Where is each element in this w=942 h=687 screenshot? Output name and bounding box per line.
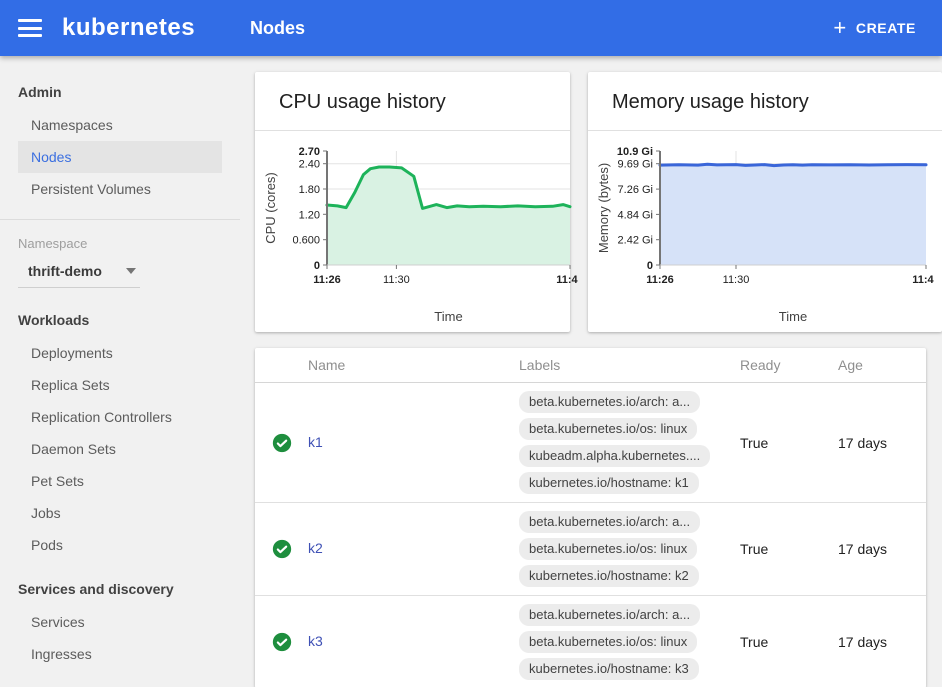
labels-cell: beta.kubernetes.io/arch: a... beta.kuber… (519, 383, 740, 502)
label-chip: beta.kubernetes.io/os: linux (519, 631, 697, 653)
status-cell (272, 433, 308, 453)
memory-chart: 0 2.42 Gi 4.84 Gi 7.26 Gi 9.69 Gi10.9 Gi 11:2… (588, 131, 942, 334)
table-row-k3: k3 beta.kubernetes.io/arch: a... beta.ku… (255, 596, 926, 687)
age-value: 17 days (838, 435, 926, 451)
svg-text:Memory (bytes): Memory (bytes) (596, 163, 611, 253)
namespace-label: Namespace (18, 236, 222, 251)
ready-value: True (740, 435, 838, 451)
memory-card-title: Memory usage history (588, 72, 942, 131)
status-ok-icon (272, 539, 292, 559)
header-left: kubernetes (0, 14, 240, 42)
label-chip: beta.kubernetes.io/arch: a... (519, 604, 700, 626)
svg-text:0.600: 0.600 (292, 235, 320, 247)
sidebar-item-replica-sets[interactable]: Replica Sets (18, 369, 222, 401)
svg-text:11:30: 11:30 (383, 274, 410, 286)
labels-cell: beta.kubernetes.io/arch: a... beta.kuber… (519, 503, 740, 595)
table-row-k1: k1 beta.kubernetes.io/arch: a... beta.ku… (255, 383, 926, 503)
svg-text:9.69 Gi: 9.69 Gi (618, 159, 653, 171)
node-link-k1[interactable]: k1 (308, 434, 323, 450)
create-button-label: CREATE (856, 20, 916, 36)
svg-text:1.80: 1.80 (299, 184, 320, 196)
label-chip: beta.kubernetes.io/os: linux (519, 538, 697, 560)
chevron-down-icon (126, 268, 136, 274)
table-header-row: Name Labels Ready Age (255, 348, 926, 383)
cpu-usage-card: CPU usage history 0 0.600 1.20 1.80 2.402.70… (255, 72, 570, 332)
page-title: Nodes (250, 18, 305, 39)
status-ok-icon (272, 433, 292, 453)
svg-text:11:30: 11:30 (723, 274, 750, 286)
chart-svg: 0 2.42 Gi 4.84 Gi 7.26 Gi 9.69 Gi10.9 Gi 11:2… (596, 137, 934, 329)
svg-text:CPU (cores): CPU (cores) (263, 172, 278, 244)
svg-text:0: 0 (314, 260, 320, 272)
sidebar-item-pet-sets[interactable]: Pet Sets (18, 465, 222, 497)
svg-text:2.40: 2.40 (299, 159, 320, 171)
main-content: CPU usage history 0 0.600 1.20 1.80 2.402.70… (240, 56, 942, 687)
sidebar-item-pods[interactable]: Pods (18, 529, 222, 561)
namespace-block: Namespace thrift-demo (0, 220, 240, 292)
svg-text:10.9 Gi: 10.9 Gi (617, 146, 653, 158)
create-button[interactable]: + CREATE (807, 0, 942, 56)
charts-row: CPU usage history 0 0.600 1.20 1.80 2.402.70… (255, 72, 926, 332)
sidebar-item-daemon-sets[interactable]: Daemon Sets (18, 433, 222, 465)
sidebar-heading-admin: Admin (0, 64, 240, 109)
menu-icon[interactable] (18, 19, 42, 37)
node-link-k3[interactable]: k3 (308, 633, 323, 649)
label-chip: beta.kubernetes.io/arch: a... (519, 391, 700, 413)
svg-text:11:26: 11:26 (313, 274, 341, 286)
sidebar-item-replication-controllers[interactable]: Replication Controllers (18, 401, 222, 433)
namespace-selected-value: thrift-demo (28, 263, 102, 279)
sidebar-item-ingresses[interactable]: Ingresses (18, 638, 222, 670)
column-header-labels: Labels (519, 357, 740, 373)
cpu-card-title: CPU usage history (255, 72, 570, 131)
app-header: kubernetes Nodes + CREATE (0, 0, 942, 56)
memory-usage-card: Memory usage history 0 2.42 Gi 4.84 Gi 7.26… (588, 72, 942, 332)
sidebar-item-namespaces[interactable]: Namespaces (18, 109, 222, 141)
ready-value: True (740, 541, 838, 557)
age-value: 17 days (838, 541, 926, 557)
svg-text:Time: Time (779, 309, 807, 324)
nodes-table-card: Name Labels Ready Age k1 beta.kubernetes… (255, 348, 926, 687)
sidebar-item-services[interactable]: Services (18, 606, 222, 638)
svg-text:0: 0 (647, 260, 653, 272)
sidebar: Admin Namespaces Nodes Persistent Volume… (0, 56, 240, 687)
svg-text:2.42 Gi: 2.42 Gi (618, 235, 653, 247)
column-header-ready: Ready (740, 357, 838, 373)
labels-cell: beta.kubernetes.io/arch: a... beta.kuber… (519, 596, 740, 687)
column-header-age: Age (838, 357, 926, 373)
plus-icon: + (833, 17, 846, 39)
sidebar-item-nodes[interactable]: Nodes (18, 141, 222, 173)
svg-text:11:40: 11:40 (912, 274, 934, 286)
svg-text:1.20: 1.20 (299, 209, 320, 221)
sidebar-item-jobs[interactable]: Jobs (18, 497, 222, 529)
namespace-select[interactable]: thrift-demo (18, 251, 140, 288)
table-row-k2: k2 beta.kubernetes.io/arch: a... beta.ku… (255, 503, 926, 596)
app-logo: kubernetes (62, 14, 195, 42)
status-cell (272, 632, 308, 652)
svg-text:11:26: 11:26 (646, 274, 674, 286)
chart-svg: 0 0.600 1.20 1.80 2.402.70 11:26 11:30 11:40 CPU… (263, 137, 578, 329)
age-value: 17 days (838, 634, 926, 650)
label-chip: beta.kubernetes.io/os: linux (519, 418, 697, 440)
ready-value: True (740, 634, 838, 650)
sidebar-heading-workloads: Workloads (0, 292, 240, 337)
svg-text:4.84 Gi: 4.84 Gi (618, 209, 653, 221)
label-chip: kubernetes.io/hostname: k2 (519, 565, 699, 587)
label-chip: kubernetes.io/hostname: k3 (519, 658, 699, 680)
svg-text:7.26 Gi: 7.26 Gi (618, 184, 653, 196)
svg-text:Time: Time (434, 309, 462, 324)
status-ok-icon (272, 632, 292, 652)
label-chip: kubernetes.io/hostname: k1 (519, 472, 699, 494)
sidebar-item-persistent-volumes[interactable]: Persistent Volumes (18, 173, 222, 205)
svg-text:2.70: 2.70 (299, 146, 320, 158)
svg-text:11:40: 11:40 (556, 274, 578, 286)
label-chip: beta.kubernetes.io/arch: a... (519, 511, 700, 533)
sidebar-item-deployments[interactable]: Deployments (18, 337, 222, 369)
cpu-chart: 00.6001.201.802.402.7011:2611:3011:40CPU… (255, 131, 570, 334)
label-chip: kubeadm.alpha.kubernetes.... (519, 445, 710, 467)
node-link-k2[interactable]: k2 (308, 540, 323, 556)
status-cell (272, 539, 308, 559)
column-header-name: Name (308, 357, 519, 373)
sidebar-heading-services-discovery: Services and discovery (0, 561, 240, 606)
